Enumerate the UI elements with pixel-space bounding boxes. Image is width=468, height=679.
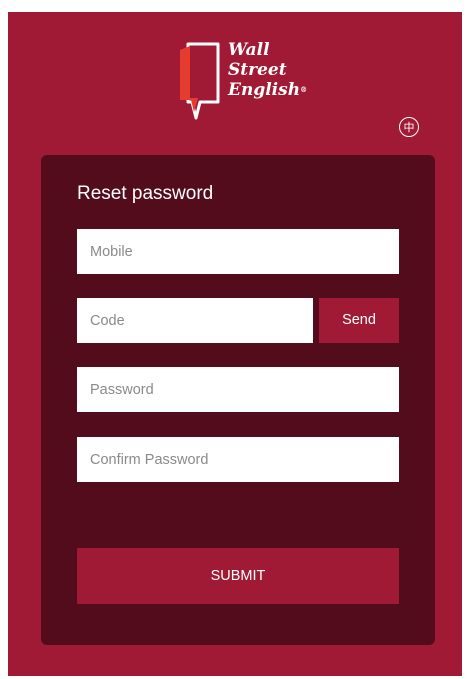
language-toggle-button[interactable]: 中 [399,117,419,137]
confirm-password-input[interactable] [77,437,399,482]
send-code-button[interactable]: Send [319,298,399,343]
reset-password-panel: Reset password Send SUBMIT [41,155,435,645]
password-input[interactable] [77,367,399,412]
code-input[interactable] [77,298,313,343]
logo-word-english-text: English [228,80,301,100]
logo-wordmark: Wall Street English® [228,40,307,100]
mobile-input[interactable] [77,229,399,274]
logo-word-english: English® [228,80,307,100]
app-screen: Wall Street English® 中 Reset password Se… [8,12,462,676]
logo-word-wall: Wall [228,40,270,60]
speech-bubble-logo-icon [180,42,220,120]
page-title: Reset password [77,183,214,204]
logo-word-street: Street [228,60,287,80]
submit-button[interactable]: SUBMIT [77,548,399,604]
wall-street-english-logo: Wall Street English® [178,36,318,126]
registered-mark: ® [300,85,308,94]
